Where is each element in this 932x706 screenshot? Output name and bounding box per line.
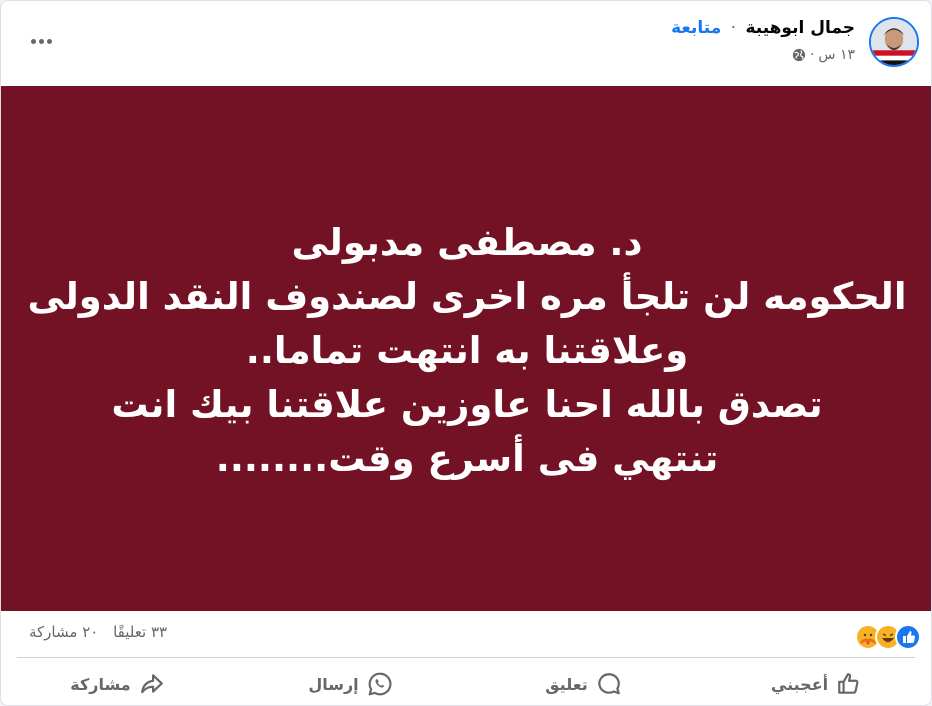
follow-button[interactable]: متابعة [671,18,721,38]
globe-icon[interactable] [792,48,806,62]
post-header: جمال ابوهيبة · متابعة ١٣ س · [1,1,931,86]
engagement-counts: ٣٣ تعليقًا ٢٠ مشاركة [19,623,167,641]
post-actions: أعجبني تعليق إرسال مشاركة [1,661,931,705]
share-label: مشاركة [70,674,131,694]
post-time[interactable]: ١٣ س [818,47,855,63]
post-text-line: تنتهي فى أسرع وقت........ [215,436,719,480]
more-horizontal-icon[interactable] [23,25,59,57]
thumbs-up-icon [838,673,859,694]
name-separator: · [730,18,737,38]
shares-count[interactable]: ٢٠ مشاركة [29,623,98,641]
reactions-summary[interactable] [851,624,921,650]
meta-separator: · [809,47,815,63]
post-text-line: وعلاقتنا به انتهت تماما.. [245,328,689,372]
post-meta: ١٣ س · [792,47,855,63]
more-dot [38,38,44,44]
actions-divider [17,657,915,658]
comment-icon [598,673,620,695]
whatsapp-icon [368,672,392,696]
comment-label: تعليق [545,674,588,694]
author-name[interactable]: جمال ابوهيبة [745,18,855,38]
avatar-image [871,19,917,65]
share-button[interactable]: مشاركة [1,661,234,705]
like-icon [895,624,921,650]
post-text-line: تصدق بالله احنا عاوزين علاقتنا بيك انت [111,382,823,426]
comment-button[interactable]: تعليق [467,661,700,705]
comments-count[interactable]: ٣٣ تعليقًا [113,623,167,641]
like-button[interactable]: أعجبني [700,661,931,705]
send-label: إرسال [308,674,359,694]
like-label: أعجبني [770,674,829,694]
post-text-line: د. مصطفى مدبولى [291,220,643,264]
post-stats: ٣٣ تعليقًا ٢٠ مشاركة [1,613,931,655]
post-text-image[interactable]: د. مصطفى مدبولى الحكومه لن تلجأ مره اخرى… [1,86,931,611]
author-avatar[interactable] [869,17,919,67]
post-text: د. مصطفى مدبولى الحكومه لن تلجأ مره اخرى… [27,212,906,486]
post-card: جمال ابوهيبة · متابعة ١٣ س · د. مصطفى مد… [0,0,932,706]
share-icon [140,674,163,694]
more-dot [46,38,52,44]
author-line: جمال ابوهيبة · متابعة [671,18,855,38]
more-dot [30,38,36,44]
send-button[interactable]: إرسال [234,661,467,705]
post-text-line: الحكومه لن تلجأ مره اخرى لصندوف النقد ال… [27,274,907,318]
